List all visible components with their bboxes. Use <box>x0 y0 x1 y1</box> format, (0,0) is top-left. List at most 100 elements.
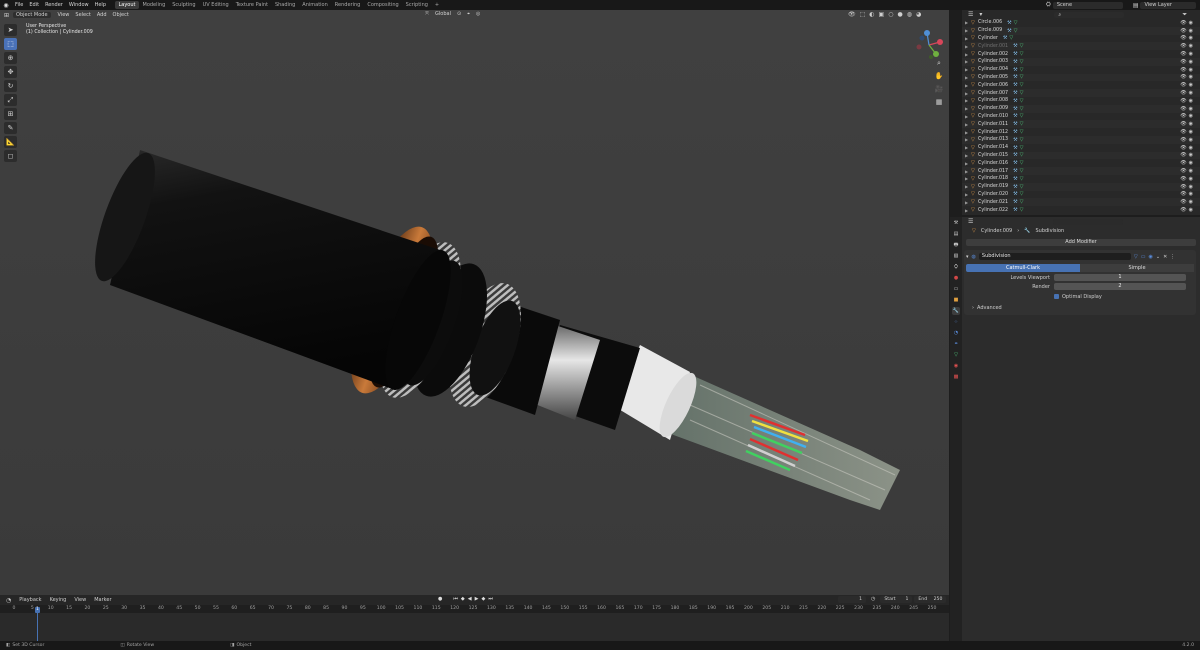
timeline-ruler[interactable]: 0 5 10 15 20 25 30 35 40 45 50 55 60 65 70 75 80 85 90 95 10… <box>0 605 949 613</box>
timeline-track-area[interactable] <box>0 613 949 641</box>
data-tab-icon[interactable]: ▽ <box>952 351 960 359</box>
material-shading-icon[interactable]: ◍ <box>907 11 912 18</box>
select-box-tool-icon[interactable]: ⬚ <box>4 38 17 50</box>
render-tab-icon[interactable]: ▤ <box>952 230 960 238</box>
move-tool-icon[interactable]: ✥ <box>4 66 17 78</box>
start-frame-field[interactable]: Start 1 <box>880 596 913 603</box>
advanced-subpanel[interactable]: › Advanced <box>966 304 1194 311</box>
menu-object[interactable]: Object <box>110 12 132 18</box>
add-cube-tool-icon[interactable]: ◻ <box>4 150 17 162</box>
menu-edit[interactable]: Edit <box>26 2 42 8</box>
tweak-tool-icon[interactable]: ➤ <box>4 24 17 36</box>
visibility-toggles[interactable]: 👁◉ <box>1180 121 1195 127</box>
tab-animation[interactable]: Animation <box>299 1 332 9</box>
play-icon[interactable]: ▶ <box>475 596 479 602</box>
menu-playback[interactable]: Playback <box>19 597 41 603</box>
menu-timeline-view[interactable]: View <box>74 597 86 603</box>
edit-mode-toggle-icon[interactable]: ▽ <box>1134 254 1138 260</box>
tab-compositing[interactable]: Compositing <box>364 1 402 9</box>
jump-end-icon[interactable]: ⏭ <box>488 596 493 602</box>
menu-keying[interactable]: Keying <box>50 597 67 603</box>
visibility-toggles[interactable]: 👁◉ <box>1180 207 1195 213</box>
overlay-toggle-icon[interactable]: ◐ <box>869 11 874 18</box>
scene-field[interactable]: Scene <box>1052 1 1123 9</box>
mode-selector[interactable]: Object Mode <box>13 12 51 18</box>
menu-add[interactable]: Add <box>94 12 110 18</box>
world-tab-icon[interactable]: ● <box>952 274 960 282</box>
preview-range-icon[interactable]: ◷ <box>871 596 875 603</box>
menu-window[interactable]: Window <box>66 2 92 8</box>
outliner-item[interactable]: ▶ ▽ Cylinder.019 ⚒ ▽ 👁◉ <box>962 182 1200 191</box>
tab-uv-editing[interactable]: UV Editing <box>199 1 232 9</box>
solid-shading-icon[interactable]: ● <box>897 11 902 18</box>
visibility-toggles[interactable]: 👁◉ <box>1180 82 1195 88</box>
zoom-icon[interactable]: ⌕ <box>934 58 944 68</box>
snap-icon[interactable]: ⌖ <box>467 11 470 17</box>
outliner-item[interactable]: ▶ ▽ Cylinder.007 ⚒ ▽ 👁◉ <box>962 89 1200 97</box>
visibility-toggles[interactable]: 👁◉ <box>1180 20 1195 26</box>
annotate-tool-icon[interactable]: ✎ <box>4 122 17 134</box>
outliner-item[interactable]: ▶ ▽ Cylinder.009 ⚒ ▽ 👁◉ <box>962 104 1200 113</box>
visibility-toggles[interactable]: 👁◉ <box>1180 160 1195 166</box>
tab-rendering[interactable]: Rendering <box>331 1 364 9</box>
modifier-options-icon[interactable]: ⌄ <box>1156 254 1160 260</box>
optimal-display-checkbox[interactable] <box>1054 293 1062 300</box>
outliner-item[interactable]: ▶ ▽ Cylinder.018 ⚒ ▽ 👁◉ <box>962 175 1200 183</box>
outliner-item[interactable]: ▶ ▽ Cylinder.022 ⚒ ▽ 👁◉ <box>962 206 1200 214</box>
transform-tool-icon[interactable]: ⊞ <box>4 108 17 120</box>
tool-tab-icon[interactable]: ⚒ <box>952 219 960 227</box>
outliner-item[interactable]: ▶ ▽ Cylinder.017 ⚒ ▽ 👁◉ <box>962 167 1200 175</box>
tab-layout[interactable]: Layout <box>115 1 139 9</box>
blender-logo-icon[interactable]: ◉ <box>2 1 10 9</box>
visibility-toggles[interactable]: 👁◉ <box>1180 59 1195 65</box>
outliner-item[interactable]: ▶ ▽ Cylinder.003 ⚒ ▽ 👁◉ <box>962 57 1200 66</box>
view-layer-tab-icon[interactable]: ▧ <box>952 252 960 260</box>
rendered-shading-icon[interactable]: ◕ <box>916 11 921 18</box>
render-levels-field[interactable]: 2 <box>1054 283 1186 290</box>
rotate-tool-icon[interactable]: ↻ <box>4 80 17 92</box>
visibility-toggles[interactable]: 👁◉ <box>1180 145 1195 151</box>
menu-help[interactable]: Help <box>92 2 109 8</box>
visibility-toggles[interactable]: 👁◉ <box>1180 43 1195 49</box>
orientation-icon[interactable]: ⤧ <box>425 11 429 17</box>
modifier-close-icon[interactable]: ✕ <box>1163 254 1167 260</box>
outliner-item[interactable]: ▶ ▽ Cylinder.020 ⚒ ▽ 👁◉ <box>962 191 1200 199</box>
record-icon[interactable]: ● <box>438 596 442 602</box>
visibility-toggles[interactable]: 👁◉ <box>1180 28 1195 34</box>
prev-keyframe-icon[interactable]: ◆ <box>461 596 465 602</box>
visibility-toggles[interactable]: 👁◉ <box>1180 51 1195 57</box>
outliner-item[interactable]: ▶ ▽ Cylinder.015 ⚒ ▽ 👁◉ <box>962 151 1200 160</box>
visibility-toggles[interactable]: 👁◉ <box>1180 168 1195 174</box>
levels-viewport-field[interactable]: 1 <box>1054 274 1186 281</box>
xray-toggle-icon[interactable]: ▣ <box>879 11 885 18</box>
cursor-tool-icon[interactable]: ⊕ <box>4 52 17 64</box>
properties-search-input[interactable] <box>1053 218 1124 225</box>
orientation-selector[interactable]: Global <box>435 11 451 17</box>
outliner-item[interactable]: ▶ ▽ Cylinder.001 ⚒ ▽ 👁◉ <box>962 42 1200 51</box>
measure-tool-icon[interactable]: 📐 <box>4 136 17 148</box>
visibility-toggles[interactable]: 👁◉ <box>1180 199 1195 205</box>
editor-type-icon[interactable]: ⊞ <box>4 12 9 19</box>
render-toggle-icon[interactable]: ◉ <box>1148 254 1152 260</box>
add-workspace-button[interactable]: + <box>431 1 442 9</box>
visibility-icon[interactable]: 👁 <box>848 11 856 18</box>
visibility-toggles[interactable]: 👁◉ <box>1180 152 1195 158</box>
ortho-grid-icon[interactable]: ▦ <box>934 97 944 107</box>
playhead[interactable] <box>35 607 40 641</box>
pivot-icon[interactable]: ⊙ <box>457 11 461 17</box>
texture-tab-icon[interactable]: ▩ <box>952 373 960 381</box>
jump-start-icon[interactable]: ⏮ <box>453 596 458 602</box>
tab-texture-paint[interactable]: Texture Paint <box>232 1 271 9</box>
visibility-toggles[interactable]: 👁◉ <box>1180 90 1195 96</box>
simple-button[interactable]: Simple <box>1080 264 1194 272</box>
outliner-item[interactable]: ▶ ▽ Circle.009 ⚒ ▽ 👁◉ <box>962 26 1200 35</box>
next-keyframe-icon[interactable]: ◆ <box>481 596 485 602</box>
outliner-filter-icon[interactable]: ⏷ <box>1182 11 1187 19</box>
properties-editor-icon[interactable]: ☰ <box>968 218 973 225</box>
visibility-toggles[interactable]: 👁◉ <box>1180 35 1195 41</box>
current-frame-field[interactable]: 1 <box>838 596 866 603</box>
outliner-item[interactable]: ▶ ▽ Cylinder.013 ⚒ ▽ 👁◉ <box>962 135 1200 144</box>
drag-handle-icon[interactable]: ⋮ <box>1170 254 1175 260</box>
menu-file[interactable]: File <box>12 2 26 8</box>
collapse-chevron-icon[interactable]: ▾ <box>966 254 969 260</box>
